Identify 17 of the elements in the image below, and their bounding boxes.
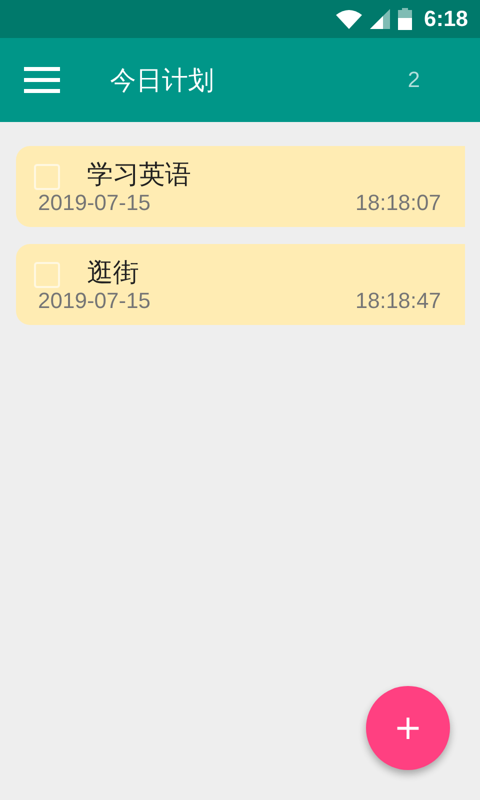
task-count: 2 <box>408 67 420 93</box>
task-date: 2019-07-15 <box>38 190 151 216</box>
menu-icon[interactable] <box>24 67 60 93</box>
task-card[interactable]: 学习英语 2019-07-15 18:18:07 <box>16 146 465 227</box>
task-time: 18:18:07 <box>355 190 441 216</box>
task-title: 逛街 <box>87 258 139 288</box>
wifi-icon <box>336 9 362 29</box>
checkbox[interactable] <box>34 262 60 288</box>
signal-icon <box>370 9 390 29</box>
task-card[interactable]: 逛街 2019-07-15 18:18:47 <box>16 244 465 325</box>
checkbox[interactable] <box>34 164 60 190</box>
task-date: 2019-07-15 <box>38 288 151 314</box>
battery-icon <box>398 8 412 30</box>
status-time: 6:18 <box>424 6 468 32</box>
task-time: 18:18:47 <box>355 288 441 314</box>
toolbar-title: 今日计划 <box>110 64 215 98</box>
task-title: 学习英语 <box>87 160 191 190</box>
